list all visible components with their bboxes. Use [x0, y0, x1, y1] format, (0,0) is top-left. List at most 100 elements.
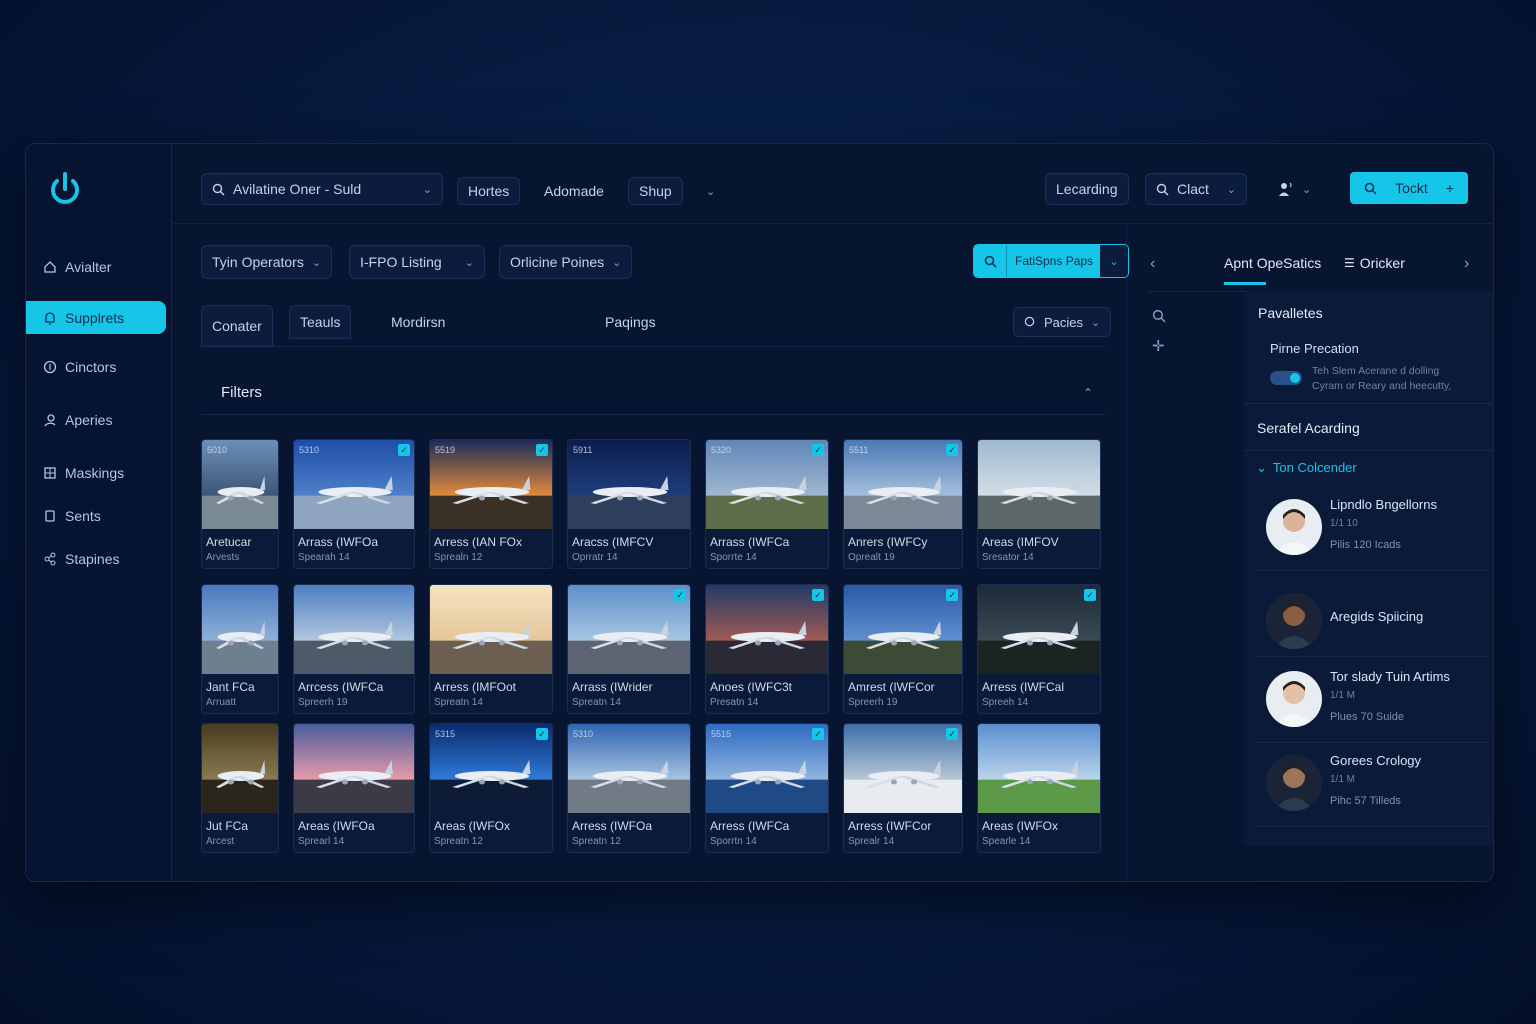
check-icon[interactable]: ✓ [398, 444, 410, 456]
card-subtitle: Spreatn 12 [572, 836, 621, 847]
learning-button[interactable]: Lecarding [1045, 173, 1129, 205]
chevron-down-icon: ⌄ [464, 256, 474, 269]
sidebar-item-avialter[interactable]: Avialter [26, 250, 166, 283]
aircraft-card[interactable]: ✓ Arrass (IWrider Spreatn 14 [567, 584, 691, 714]
card-title: Arress (IMFOot [434, 680, 517, 694]
search-filter-label: FatiSpns Paps [1006, 245, 1100, 277]
aircraft-card[interactable]: 5911 Aracss (IMFCV Oprratr 14 [567, 439, 691, 569]
aircraft-card[interactable]: Arress (IMFOot Spreatn 14 [429, 584, 553, 714]
tockt-action-button[interactable]: Tockt + [1350, 172, 1468, 204]
card-title: Anrers (IWFCy [848, 535, 928, 549]
aircraft-card[interactable]: Jut FCa Arcest [201, 723, 279, 853]
chevron-down-icon: ⌄ [422, 183, 432, 196]
person-item[interactable]: Tor slady Tuin Artims 1/1 M Plues 70 Suide [1258, 659, 1488, 743]
aircraft-card[interactable]: ✓ Arress (IWFCal Spreeh 14 [977, 584, 1101, 714]
aircraft-card[interactable]: 5315 ✓ Areas (IWFOx Spreatn 12 [429, 723, 553, 853]
filter-operators[interactable]: Tyin Operators ⌄ [201, 245, 333, 279]
search-icon[interactable] [1152, 309, 1166, 323]
person-item[interactable]: Lipndlo Bngellorns 1/1 10 Pilis 120 Icads [1258, 487, 1488, 571]
filter-listing[interactable]: I-FPO Listing ⌄ [349, 245, 485, 279]
sidebar-item-stapines[interactable]: Stapines [26, 542, 166, 575]
aircraft-photo [978, 440, 1100, 529]
check-icon[interactable]: ✓ [674, 589, 686, 601]
airplane-icon [728, 621, 807, 649]
precation-toggle[interactable] [1270, 371, 1302, 385]
aircraft-card[interactable]: 5310 Arress (IWFOa Spreatn 12 [567, 723, 691, 853]
check-icon[interactable]: ✓ [946, 589, 958, 601]
person-item[interactable]: Aregids Spiicing [1258, 581, 1488, 657]
aircraft-card[interactable]: Areas (IMFOV Sresator 14 [977, 439, 1101, 569]
sidebar-item-sents[interactable]: Sents [26, 499, 166, 532]
tab-mordirsn[interactable]: Mordirsn [381, 305, 455, 339]
tab-conater[interactable]: Conater [201, 305, 273, 347]
aircraft-card[interactable]: 5320 ✓ Arrass (IWFCa Sporrte 14 [705, 439, 829, 569]
setting-label: Pirne Precation [1270, 341, 1359, 356]
nav-adomade[interactable]: Adomade [533, 177, 615, 205]
nav-label: Shup [639, 183, 672, 199]
card-subtitle: Arvests [206, 552, 240, 563]
sort-dropdown[interactable]: Pacies ⌄ [1013, 307, 1112, 337]
aircraft-card[interactable]: Areas (IWFOa Sprearl 14 [293, 723, 415, 853]
chevron-left-icon[interactable]: ‹ [1150, 255, 1155, 273]
person-item[interactable]: Gorees Crology 1/1 M Pihc 57 Tilleds [1258, 743, 1488, 827]
client-dropdown[interactable]: Clact ⌄ [1145, 173, 1247, 205]
chevron-right-icon[interactable]: › [1464, 255, 1469, 273]
nav-shup[interactable]: Shup [628, 177, 683, 205]
aircraft-card[interactable]: ✓ Arress (IWFCor Sprealr 14 [843, 723, 963, 853]
tab-opesatics[interactable]: Apnt OpeSatics [1224, 255, 1321, 271]
sidebar-item-aperies[interactable]: Aperies [26, 403, 166, 436]
tab-paqings[interactable]: Paqings [595, 305, 666, 339]
sidebar: Avialter Supplrets Cinctors Aperies Mask… [26, 144, 172, 881]
check-icon[interactable]: ✓ [812, 444, 824, 456]
tab-teauls[interactable]: Teauls [289, 305, 352, 339]
person-meta: 1/1 M [1330, 774, 1356, 785]
aircraft-card[interactable]: 5515 ✓ Arress (IWFCa Sporrtn 14 [705, 723, 829, 853]
search-icon [1024, 316, 1035, 327]
app-window: Avialter Supplrets Cinctors Aperies Mask… [25, 143, 1494, 882]
sidebar-item-label: Cinctors [65, 358, 117, 375]
main-content: Tyin Operators ⌄ I-FPO Listing ⌄ Orlicin… [173, 225, 1129, 881]
sidebar-item-maskings[interactable]: Maskings [26, 456, 166, 489]
aircraft-card[interactable]: ✓ Anoes (IWFC3t Presatn 14 [705, 584, 829, 714]
search-icon [1364, 182, 1377, 195]
power-logo-icon[interactable] [46, 170, 84, 208]
check-icon[interactable]: ✓ [946, 444, 958, 456]
chevron-up-icon[interactable]: ⌃ [1083, 386, 1093, 400]
person-name: Tor slady Tuin Artims [1330, 669, 1450, 684]
user-menu[interactable]: ⌄ [1265, 173, 1322, 205]
check-icon[interactable]: ✓ [812, 728, 824, 740]
aircraft-card[interactable]: 5310 ✓ Arrass (IWFOa Spearah 14 [293, 439, 415, 569]
sidebar-item-supplrets[interactable]: Supplrets [26, 301, 166, 334]
aircraft-card[interactable]: ✓ Amrest (IWFCor Spreerh 19 [843, 584, 963, 714]
tab-oricker[interactable]: ☰ Oricker [1344, 255, 1405, 271]
aircraft-card[interactable]: 5519 ✓ Arress (IAN FOx Sprealn 12 [429, 439, 553, 569]
check-icon[interactable]: ✓ [536, 444, 548, 456]
sidebar-item-cinctors[interactable]: Cinctors [26, 350, 166, 383]
filter-poines[interactable]: Orlicine Poines ⌄ [499, 245, 633, 279]
nav-more-chevron[interactable]: ⌄ [695, 177, 726, 205]
tab-label: Mordirsn [391, 314, 446, 330]
card-subtitle: Spreatn 14 [434, 697, 483, 708]
card-subtitle: Spearle 14 [982, 836, 1031, 847]
aircraft-card[interactable]: 5010 Aretucar Arvests [201, 439, 279, 569]
nav-hortes[interactable]: Hortes [457, 177, 521, 205]
group-toggle[interactable]: ⌄ Ton Colcender [1256, 460, 1357, 476]
card-subtitle: Spreeh 14 [982, 697, 1029, 708]
check-icon[interactable]: ✓ [536, 728, 548, 740]
aircraft-card[interactable]: Areas (IWFOx Spearle 14 [977, 723, 1101, 853]
check-icon[interactable]: ✓ [946, 728, 958, 740]
chevron-down-icon[interactable]: ⌄ [1100, 245, 1128, 277]
aircraft-card[interactable]: Arrcess (IWFCa Spreerh 19 [293, 584, 415, 714]
search-filter-button[interactable]: FatiSpns Paps ⌄ [973, 244, 1129, 278]
search-input[interactable]: Avilatine Oner - Suld ⌄ [201, 173, 443, 205]
card-tag: 5320 [711, 445, 732, 455]
sliders-icon: ☰ [1344, 256, 1355, 270]
aircraft-card[interactable]: 5511 ✓ Anrers (IWFCy Oprealt 19 [843, 439, 963, 569]
top-bar: Avilatine Oner - Suld ⌄ Hortes Adomade S… [173, 144, 1493, 224]
check-icon[interactable]: ✓ [1084, 589, 1096, 601]
user-icon [42, 412, 57, 427]
aircraft-card[interactable]: Jant FCa Arruatt [201, 584, 279, 714]
filters-header[interactable]: Filters ⌃ [201, 371, 1105, 415]
check-icon[interactable]: ✓ [812, 589, 824, 601]
crosshair-icon[interactable]: ✛ [1152, 337, 1165, 355]
